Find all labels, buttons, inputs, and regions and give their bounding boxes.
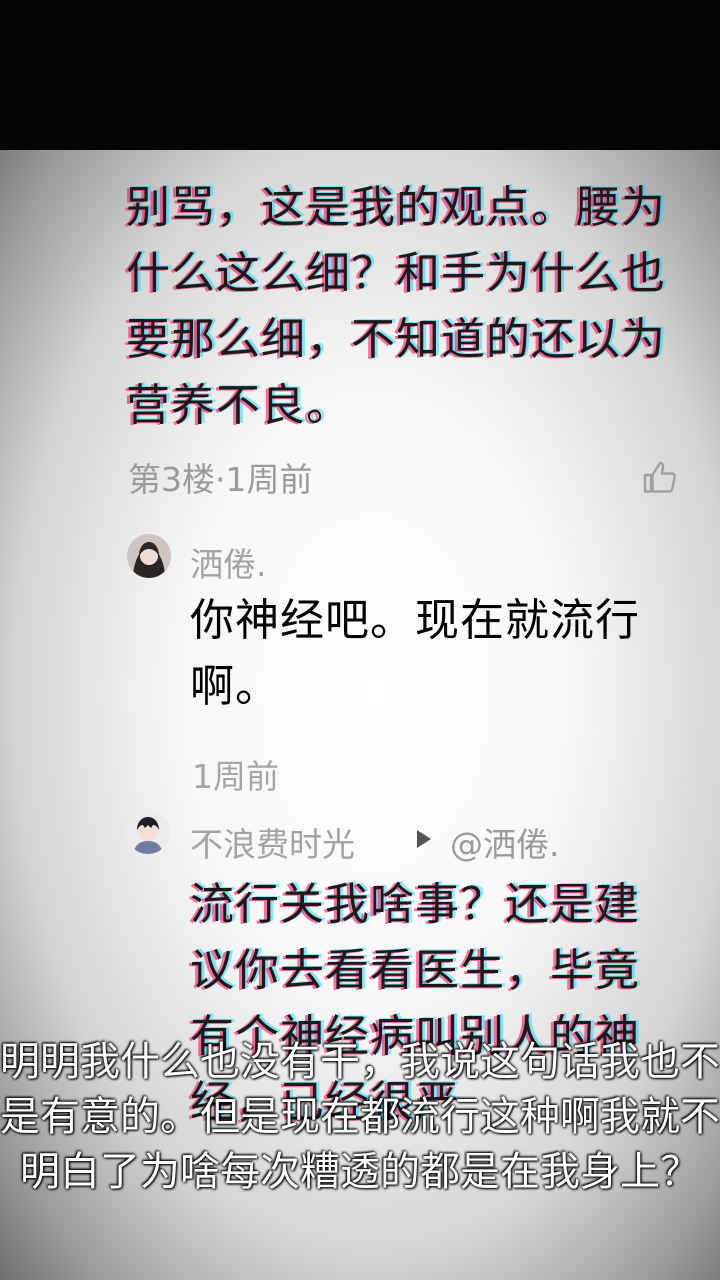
reply-text: 你神经吧。现在就流行啊。 bbox=[190, 595, 640, 712]
reply-mention[interactable]: @洒倦. bbox=[450, 818, 560, 866]
avatar[interactable] bbox=[126, 810, 170, 854]
avatar[interactable] bbox=[127, 534, 171, 578]
reply-arrow-icon bbox=[417, 830, 431, 848]
comment-text: 别骂，这是我的观点。腰为什么这么细？和手为什么也要那么细，不知道的还以为营养不良… bbox=[126, 182, 666, 431]
video-top-black-bar bbox=[0, 0, 720, 150]
comment-floor-meta: 第3楼·1周前 bbox=[128, 460, 313, 499]
video-caption: 明明我什么也没有干，我说这句话我也不是有意的。但是现在都流行这种啊我就不明白了为… bbox=[0, 1039, 720, 1195]
thumbs-up-icon[interactable] bbox=[642, 460, 678, 496]
reply-time: 1周前 bbox=[192, 757, 279, 796]
reply-username[interactable]: 不浪费时光 bbox=[190, 818, 355, 866]
reply-username[interactable]: 洒倦. bbox=[190, 538, 267, 586]
